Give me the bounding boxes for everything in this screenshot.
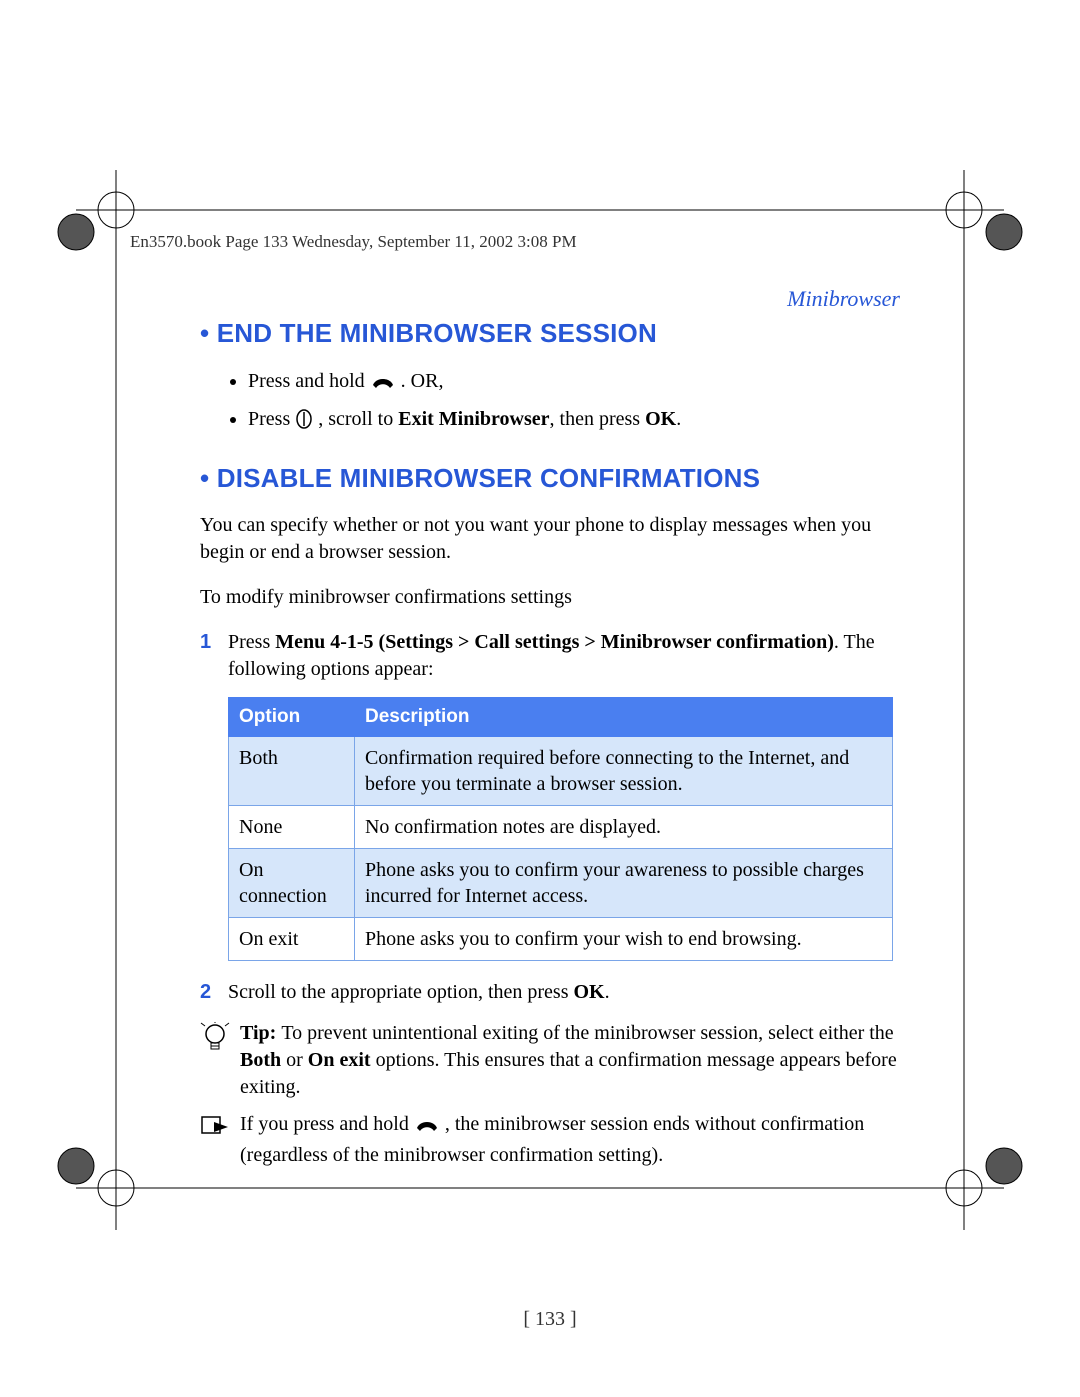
tip-text: Tip: To prevent unintentional exiting of… xyxy=(240,1020,900,1101)
hold-note: If you press and hold , the minibrowser … xyxy=(200,1111,900,1169)
arrow-note-icon xyxy=(200,1111,240,1169)
table-row: On connection Phone asks you to confirm … xyxy=(229,849,893,918)
page-content: END THE MINIBROWSER SESSION Press and ho… xyxy=(200,318,900,1179)
hold-note-text: If you press and hold , the minibrowser … xyxy=(240,1111,900,1169)
step-2-number: 2 xyxy=(200,979,228,1006)
section-heading-disable-confirm: DISABLE MINIBROWSER CONFIRMATIONS xyxy=(200,463,900,494)
end-call-key-icon xyxy=(414,1114,440,1142)
bullet-press-scroll: Press , scroll to Exit Minibrowser, then… xyxy=(248,405,900,437)
bullet-press-hold: Press and hold . OR, xyxy=(248,367,900,399)
th-description: Description xyxy=(354,698,892,737)
table-row: Both Confirmation required before connec… xyxy=(229,737,893,806)
disable-intro: You can specify whether or not you want … xyxy=(200,512,900,566)
header-filepath: En3570.book Page 133 Wednesday, Septembe… xyxy=(130,232,577,252)
step-1: 1 Press Menu 4-1-5 (Settings > Call sett… xyxy=(200,629,900,683)
step-2-text: Scroll to the appropriate option, then p… xyxy=(228,979,900,1006)
step-1-text: Press Menu 4-1-5 (Settings > Call settin… xyxy=(228,629,900,683)
th-option: Option xyxy=(229,698,355,737)
lightbulb-icon xyxy=(200,1020,240,1101)
table-header-row: Option Description xyxy=(229,698,893,737)
section-heading-end-session: END THE MINIBROWSER SESSION xyxy=(200,318,900,349)
end-call-key-icon xyxy=(370,371,396,399)
running-head: Minibrowser xyxy=(787,286,900,312)
step-2: 2 Scroll to the appropriate option, then… xyxy=(200,979,900,1006)
scroll-key-icon xyxy=(295,409,313,437)
options-table: Option Description Both Confirmation req… xyxy=(228,697,893,961)
end-session-bullets: Press and hold . OR, Press , scroll to E… xyxy=(200,367,900,437)
disable-sub: To modify minibrowser confirmations sett… xyxy=(200,584,900,611)
step-1-number: 1 xyxy=(200,629,228,683)
table-row: On exit Phone asks you to confirm your w… xyxy=(229,918,893,961)
tip-note: Tip: To prevent unintentional exiting of… xyxy=(200,1020,900,1101)
table-row: None No confirmation notes are displayed… xyxy=(229,806,893,849)
